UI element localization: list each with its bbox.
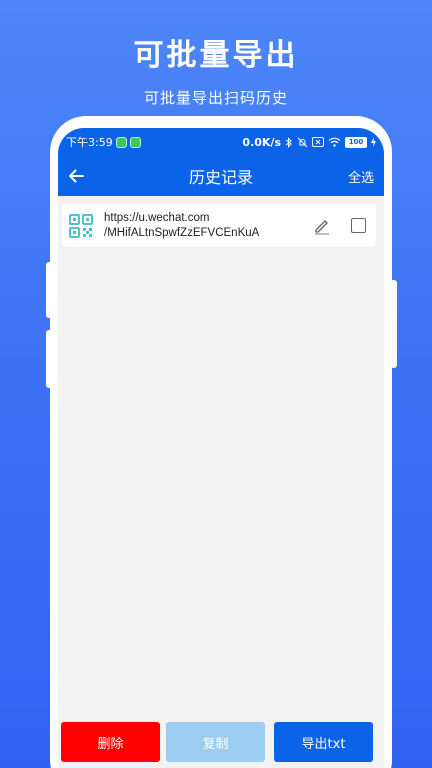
pencil-icon [315, 219, 329, 235]
export-txt-button[interactable]: 导出txt [274, 722, 373, 762]
app-screen: 下午3:59 0.0K/s 100 历史记录 全选 https://u.wech… [58, 128, 384, 768]
delete-button[interactable]: 删除 [61, 722, 160, 762]
status-bar: 下午3:59 0.0K/s 100 [58, 128, 384, 156]
select-all-button[interactable]: 全选 [348, 167, 374, 186]
promo-title: 可批量导出 [133, 38, 299, 73]
network-speed: 0.0K/s [242, 135, 281, 149]
bluetooth-icon [285, 136, 292, 148]
history-list: https://u.wechat.com /MHifALtnSpwfZzEFVC… [58, 196, 384, 247]
charging-icon [371, 137, 376, 147]
page-title: 历史记录 [188, 168, 253, 187]
notification-icon [129, 136, 141, 148]
app-bar: 历史记录 全选 [58, 156, 384, 196]
sim-icon [312, 137, 324, 147]
notification-icon [115, 136, 127, 148]
arrow-left-icon [69, 169, 84, 183]
mute-icon [297, 137, 308, 147]
history-item-path: /MHifALtnSpwfZzEFVCEnKuA [104, 226, 260, 239]
list-item[interactable]: https://u.wechat.com /MHifALtnSpwfZzEFVC… [62, 204, 376, 247]
battery-indicator: 100 [345, 136, 367, 148]
promo-subtitle: 可批量导出扫码历史 [143, 89, 288, 107]
history-item-text: https://u.wechat.com /MHifALtnSpwfZzEFVC… [104, 211, 311, 241]
select-checkbox[interactable] [351, 218, 366, 233]
copy-button[interactable]: 复制 [166, 722, 265, 762]
qr-code-icon [68, 213, 94, 239]
action-bar: 删除 复制 导出txt [58, 722, 384, 762]
history-item-url: https://u.wechat.com [104, 211, 210, 224]
back-button[interactable] [64, 164, 88, 188]
status-time: 下午3:59 [66, 136, 113, 149]
edit-button[interactable] [311, 215, 333, 237]
wifi-icon [328, 137, 341, 147]
